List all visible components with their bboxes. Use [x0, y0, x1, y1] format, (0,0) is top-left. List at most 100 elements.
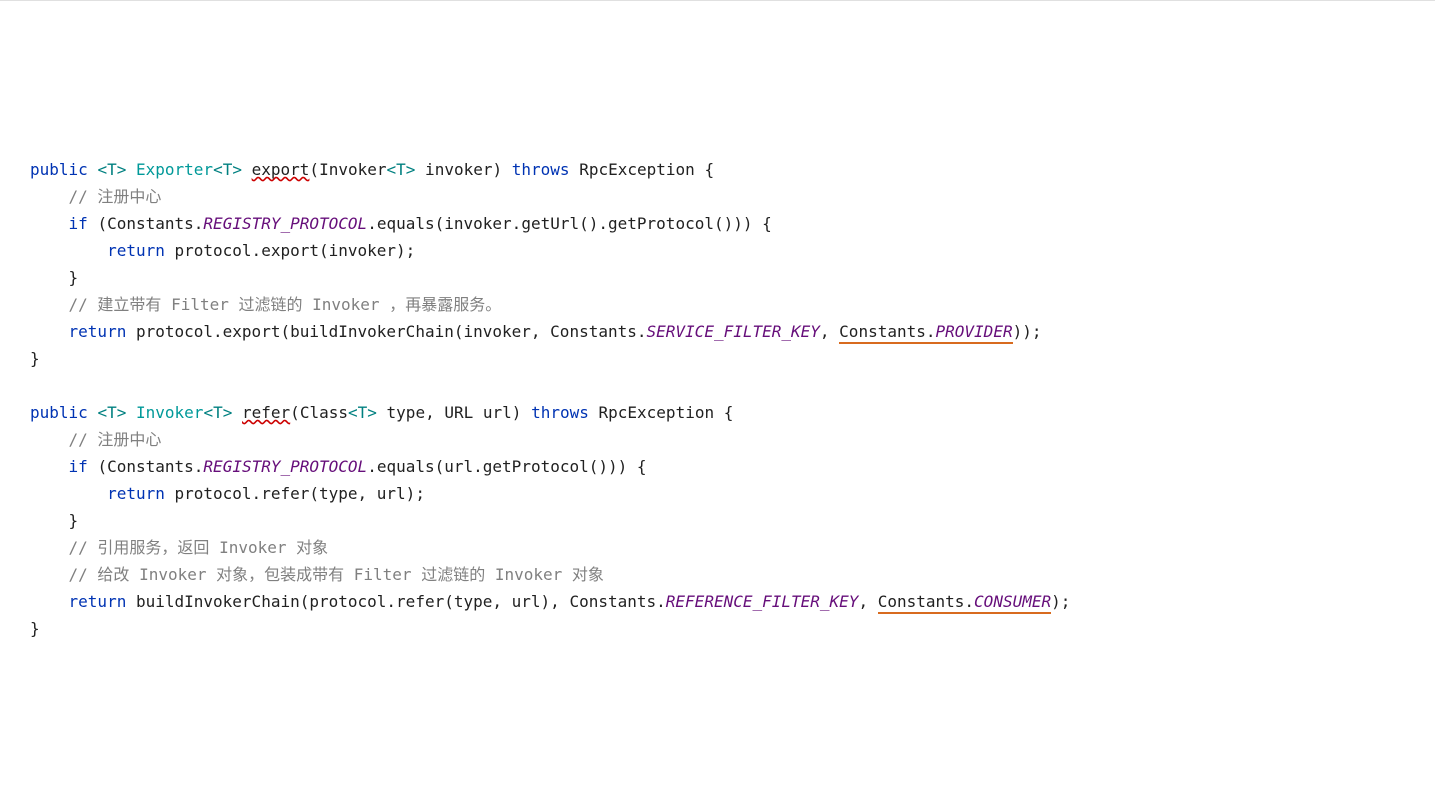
code-text: protocol.export(buildInvokerChain(invoke…	[126, 322, 550, 341]
param-type-open: <	[348, 403, 358, 422]
field-service-filter-key: SERVICE_FILTER_KEY	[647, 322, 820, 341]
param-name: url	[473, 403, 512, 422]
dot: .	[964, 592, 974, 611]
ret-type-param: T	[223, 160, 233, 179]
paren-open: (	[309, 160, 319, 179]
line: }	[30, 619, 40, 638]
paren-open: (	[290, 403, 300, 422]
dot: .	[637, 322, 647, 341]
class-constants: Constants	[550, 322, 637, 341]
comment: // 建立带有 Filter 过滤链的 Invoker ，再暴露服务。	[69, 295, 502, 314]
ret-type-open: <	[213, 160, 223, 179]
field-reference-filter-key: REFERENCE_FILTER_KEY	[666, 592, 859, 611]
dot: .	[194, 457, 204, 476]
exception-type: RpcException	[579, 160, 695, 179]
class-constants: Constants	[107, 457, 194, 476]
param-type: URL	[444, 403, 473, 422]
keyword-throws: throws	[531, 403, 589, 422]
keyword-return: return	[107, 484, 165, 503]
brace-open: {	[724, 403, 734, 422]
line: return protocol.export(invoker);	[30, 241, 415, 260]
type-param: T	[107, 160, 117, 179]
line: }	[30, 349, 40, 368]
brace-close: }	[30, 349, 40, 368]
line: }	[30, 268, 78, 287]
param-type-param: T	[396, 160, 406, 179]
code-text: protocol.refer(type, url);	[165, 484, 425, 503]
line: // 给改 Invoker 对象，包装成带有 Filter 过滤链的 Invok…	[30, 565, 604, 584]
line: // 注册中心	[30, 187, 161, 206]
class-constants: Constants	[107, 214, 194, 233]
line: // 引用服务，返回 Invoker 对象	[30, 538, 328, 557]
type-param: T	[107, 403, 117, 422]
param-type: Invoker	[319, 160, 386, 179]
keyword-return: return	[107, 241, 165, 260]
field-provider: PROVIDER	[936, 322, 1013, 341]
ret-type-close: >	[232, 160, 242, 179]
comma: ,	[425, 403, 444, 422]
code-text: protocol.export(invoker);	[165, 241, 415, 260]
comma: ,	[820, 322, 839, 341]
comment: // 注册中心	[69, 187, 162, 206]
keyword-throws: throws	[512, 160, 570, 179]
code-text: );	[1051, 592, 1070, 611]
class-constants: Constants	[839, 322, 926, 341]
paren-open: (	[97, 457, 107, 476]
comment: // 注册中心	[69, 430, 162, 449]
param-type-close: >	[367, 403, 377, 422]
paren-open: (	[97, 214, 107, 233]
param-name: type	[377, 403, 425, 422]
type-param-close: >	[117, 160, 127, 179]
line: if (Constants.REGISTRY_PROTOCOL.equals(u…	[30, 457, 647, 476]
type-param-close: >	[117, 403, 127, 422]
dot: .	[926, 322, 936, 341]
ret-type-close: >	[223, 403, 233, 422]
code-text: buildInvokerChain(protocol.refer(type, u…	[126, 592, 569, 611]
line: }	[30, 511, 78, 530]
class-constants: Constants	[878, 592, 965, 611]
ret-type-param: T	[213, 403, 223, 422]
comment: // 给改 Invoker 对象，包装成带有 Filter 过滤链的 Invok…	[69, 565, 604, 584]
comma: ,	[858, 592, 877, 611]
paren-close: )	[512, 403, 522, 422]
keyword-return: return	[69, 322, 127, 341]
line: return protocol.export(buildInvokerChain…	[30, 322, 1041, 344]
code-block: public <T> Exporter<T> export(Invoker<T>…	[30, 129, 1405, 642]
param-type-close: >	[406, 160, 416, 179]
code-text: .equals(url.getProtocol())) {	[367, 457, 646, 476]
dot: .	[656, 592, 666, 611]
line: public <T> Invoker<T> refer(Class<T> typ…	[30, 403, 733, 422]
brace-close: }	[30, 619, 40, 638]
field-registry-protocol: REGISTRY_PROTOCOL	[203, 457, 367, 476]
param-type-open: <	[387, 160, 397, 179]
paren-close: )	[492, 160, 502, 179]
brace-open: {	[704, 160, 714, 179]
keyword-return: return	[69, 592, 127, 611]
line: public <T> Exporter<T> export(Invoker<T>…	[30, 160, 714, 179]
brace-close: }	[69, 511, 79, 530]
field-registry-protocol: REGISTRY_PROTOCOL	[203, 214, 367, 233]
return-type: Exporter	[136, 160, 213, 179]
line: // 注册中心	[30, 430, 161, 449]
field-consumer: CONSUMER	[974, 592, 1051, 611]
line: return protocol.refer(type, url);	[30, 484, 425, 503]
param-type: Class	[300, 403, 348, 422]
code-text: .equals(invoker.getUrl().getProtocol()))…	[367, 214, 772, 233]
ret-type-open: <	[203, 403, 213, 422]
line: return buildInvokerChain(protocol.refer(…	[30, 592, 1070, 614]
keyword-if: if	[69, 214, 88, 233]
method-name-export: export	[252, 160, 310, 179]
comment: // 引用服务，返回 Invoker 对象	[69, 538, 329, 557]
dot: .	[194, 214, 204, 233]
keyword-if: if	[69, 457, 88, 476]
exception-type: RpcException	[599, 403, 715, 422]
param-name: invoker	[415, 160, 492, 179]
line: // 建立带有 Filter 过滤链的 Invoker ，再暴露服务。	[30, 295, 501, 314]
class-constants: Constants	[569, 592, 656, 611]
keyword-public: public	[30, 160, 88, 179]
keyword-public: public	[30, 403, 88, 422]
line: if (Constants.REGISTRY_PROTOCOL.equals(i…	[30, 214, 772, 233]
brace-close: }	[69, 268, 79, 287]
param-type-param: T	[358, 403, 368, 422]
code-text: ));	[1013, 322, 1042, 341]
